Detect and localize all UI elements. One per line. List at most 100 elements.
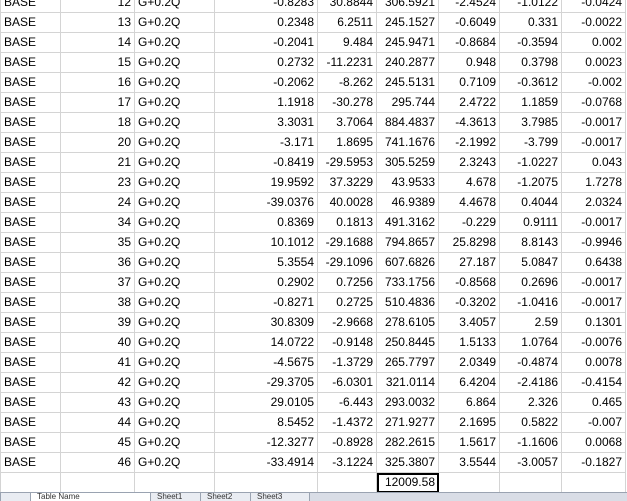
load-case-cell[interactable]: G+0.2Q xyxy=(134,192,215,213)
point-cell[interactable]: 45 xyxy=(60,432,135,453)
load-case-cell[interactable]: G+0.2Q xyxy=(134,292,215,313)
my-cell[interactable]: 3.7985 xyxy=(499,112,562,133)
my-cell[interactable]: -3.0057 xyxy=(499,452,562,473)
empty-cell[interactable] xyxy=(438,472,500,493)
story-cell[interactable]: BASE xyxy=(0,432,61,453)
fx-cell[interactable]: 14.0722 xyxy=(214,332,318,353)
mz-cell[interactable]: -0.0768 xyxy=(561,92,626,113)
fy-cell[interactable]: -2.9668 xyxy=(317,312,377,333)
story-cell[interactable]: BASE xyxy=(0,392,61,413)
mx-cell[interactable]: -0.6049 xyxy=(438,12,500,33)
my-cell[interactable]: 2.326 xyxy=(499,392,562,413)
point-cell[interactable]: 14 xyxy=(60,32,135,53)
fy-cell[interactable]: 6.2511 xyxy=(317,12,377,33)
fz-cell[interactable]: 325.3807 xyxy=(376,452,439,473)
mx-cell[interactable]: 4.678 xyxy=(438,172,500,193)
point-cell[interactable]: 23 xyxy=(60,172,135,193)
mz-cell[interactable]: -0.0017 xyxy=(561,112,626,133)
mx-cell[interactable]: 27.187 xyxy=(438,252,500,273)
story-cell[interactable]: BASE xyxy=(0,252,61,273)
story-cell[interactable]: BASE xyxy=(0,232,61,253)
story-cell[interactable]: BASE xyxy=(0,0,61,13)
fy-cell[interactable]: 0.2725 xyxy=(317,292,377,313)
fz-cell[interactable]: 278.6105 xyxy=(376,312,439,333)
story-cell[interactable]: BASE xyxy=(0,452,61,473)
mz-cell[interactable]: -0.0076 xyxy=(561,332,626,353)
mx-cell[interactable]: -2.1992 xyxy=(438,132,500,153)
mx-cell[interactable]: 2.0349 xyxy=(438,352,500,373)
story-cell[interactable]: BASE xyxy=(0,32,61,53)
load-case-cell[interactable]: G+0.2Q xyxy=(134,332,215,353)
mx-cell[interactable]: 0.948 xyxy=(438,52,500,73)
fy-cell[interactable]: 3.7064 xyxy=(317,112,377,133)
mz-cell[interactable]: -0.0424 xyxy=(561,0,626,13)
point-cell[interactable]: 43 xyxy=(60,392,135,413)
fz-cell[interactable]: 271.9277 xyxy=(376,412,439,433)
my-cell[interactable]: 1.0764 xyxy=(499,332,562,353)
mz-cell[interactable]: -0.0017 xyxy=(561,132,626,153)
story-cell[interactable]: BASE xyxy=(0,272,61,293)
load-case-cell[interactable]: G+0.2Q xyxy=(134,452,215,473)
fy-cell[interactable]: -29.5953 xyxy=(317,152,377,173)
fz-cell[interactable]: 305.5259 xyxy=(376,152,439,173)
load-case-cell[interactable]: G+0.2Q xyxy=(134,32,215,53)
my-cell[interactable]: 5.0847 xyxy=(499,252,562,273)
story-cell[interactable]: BASE xyxy=(0,332,61,353)
load-case-cell[interactable]: G+0.2Q xyxy=(134,232,215,253)
story-cell[interactable]: BASE xyxy=(0,112,61,133)
fz-cell[interactable]: 245.5131 xyxy=(376,72,439,93)
empty-cell[interactable] xyxy=(0,472,61,493)
my-cell[interactable]: -1.2075 xyxy=(499,172,562,193)
fy-cell[interactable]: 30.8844 xyxy=(317,0,377,13)
fx-cell[interactable]: 0.2348 xyxy=(214,12,318,33)
fy-cell[interactable]: -1.3729 xyxy=(317,352,377,373)
fz-cell[interactable]: 250.8445 xyxy=(376,332,439,353)
my-cell[interactable]: -0.3594 xyxy=(499,32,562,53)
story-cell[interactable]: BASE xyxy=(0,412,61,433)
point-cell[interactable]: 17 xyxy=(60,92,135,113)
fy-cell[interactable]: -0.8928 xyxy=(317,432,377,453)
mx-cell[interactable]: 3.4057 xyxy=(438,312,500,333)
total-sum-cell[interactable]: 12009.58 xyxy=(376,472,439,493)
mx-cell[interactable]: 25.8298 xyxy=(438,232,500,253)
my-cell[interactable]: 0.9111 xyxy=(499,212,562,233)
fy-cell[interactable]: 37.3229 xyxy=(317,172,377,193)
mx-cell[interactable]: 0.7109 xyxy=(438,72,500,93)
fz-cell[interactable]: 282.2615 xyxy=(376,432,439,453)
mz-cell[interactable]: -0.1827 xyxy=(561,452,626,473)
point-cell[interactable]: 41 xyxy=(60,352,135,373)
empty-cell[interactable] xyxy=(561,472,626,493)
story-cell[interactable]: BASE xyxy=(0,152,61,173)
fx-cell[interactable]: -0.2062 xyxy=(214,72,318,93)
point-cell[interactable]: 13 xyxy=(60,12,135,33)
fy-cell[interactable]: -1.4372 xyxy=(317,412,377,433)
mz-cell[interactable]: 2.0324 xyxy=(561,192,626,213)
fy-cell[interactable]: -11.2231 xyxy=(317,52,377,73)
point-cell[interactable]: 16 xyxy=(60,72,135,93)
mz-cell[interactable]: -0.9946 xyxy=(561,232,626,253)
point-cell[interactable]: 39 xyxy=(60,312,135,333)
fz-cell[interactable]: 43.9533 xyxy=(376,172,439,193)
mx-cell[interactable]: -0.8684 xyxy=(438,32,500,53)
fz-cell[interactable]: 741.1676 xyxy=(376,132,439,153)
fx-cell[interactable]: -0.2041 xyxy=(214,32,318,53)
point-cell[interactable]: 35 xyxy=(60,232,135,253)
load-case-cell[interactable]: G+0.2Q xyxy=(134,312,215,333)
load-case-cell[interactable]: G+0.2Q xyxy=(134,152,215,173)
mx-cell[interactable]: 2.4722 xyxy=(438,92,500,113)
story-cell[interactable]: BASE xyxy=(0,92,61,113)
story-cell[interactable]: BASE xyxy=(0,312,61,333)
load-case-cell[interactable]: G+0.2Q xyxy=(134,392,215,413)
fy-cell[interactable]: 9.484 xyxy=(317,32,377,53)
fx-cell[interactable]: 0.2902 xyxy=(214,272,318,293)
fx-cell[interactable]: 1.1918 xyxy=(214,92,318,113)
fx-cell[interactable]: -0.8283 xyxy=(214,0,318,13)
my-cell[interactable]: 1.1859 xyxy=(499,92,562,113)
point-cell[interactable]: 44 xyxy=(60,412,135,433)
mz-cell[interactable]: 0.0068 xyxy=(561,432,626,453)
fx-cell[interactable]: 19.9592 xyxy=(214,172,318,193)
fz-cell[interactable]: 295.744 xyxy=(376,92,439,113)
mz-cell[interactable]: -0.0017 xyxy=(561,212,626,233)
load-case-cell[interactable]: G+0.2Q xyxy=(134,172,215,193)
story-cell[interactable]: BASE xyxy=(0,12,61,33)
